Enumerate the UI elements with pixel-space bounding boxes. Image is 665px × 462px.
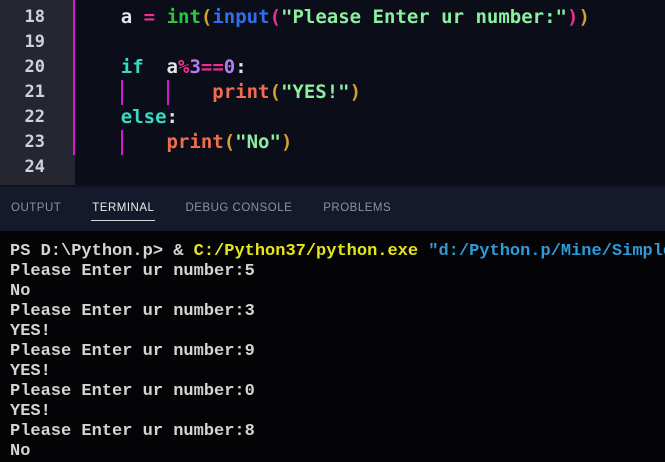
terminal-text: No: [10, 282, 30, 301]
code-token: "No": [235, 131, 281, 153]
code-token: [144, 56, 167, 78]
terminal-line: YES!: [10, 322, 665, 342]
code-token: if: [121, 56, 144, 78]
code-text: print("YES!"): [75, 80, 665, 105]
indent-guide: [121, 80, 123, 105]
code-token: int: [167, 6, 201, 28]
terminal-line: Please Enter ur number:0: [10, 382, 665, 402]
terminal-line: No: [10, 282, 665, 302]
terminal-line: Please Enter ur number:9: [10, 342, 665, 362]
code-text: else:: [75, 105, 665, 130]
code-token: [75, 56, 121, 78]
code-token: a: [121, 6, 132, 28]
code-editor[interactable]: 18 a = int(input("Please Enter ur number…: [0, 0, 665, 185]
code-token: (: [201, 6, 212, 28]
terminal-text: YES!: [10, 402, 51, 421]
terminal-text: Please Enter ur number:3: [10, 302, 255, 321]
code-line: 22 else:: [0, 105, 665, 130]
code-line: 21 print("YES!"): [0, 80, 665, 105]
code-token: "YES!": [281, 81, 350, 103]
code-token: [75, 6, 121, 28]
code-token: (: [269, 81, 280, 103]
code-line: 19: [0, 30, 665, 55]
terminal-line: Please Enter ur number:8: [10, 422, 665, 442]
code-token: input: [212, 6, 269, 28]
terminal-text: No: [10, 442, 30, 461]
terminal-text: "d:/Python.p/Mine/Simple: [428, 242, 665, 261]
code-token: ==: [201, 56, 224, 78]
code-text: print("No"): [75, 130, 665, 155]
terminal-text: YES!: [10, 322, 51, 341]
code-token: [75, 81, 212, 103]
tab-output[interactable]: OUTPUT: [10, 187, 62, 221]
line-number: 19: [0, 30, 45, 55]
code-token: [132, 6, 143, 28]
terminal-line: PS D:\Python.p> & C:/Python37/python.exe…: [10, 242, 665, 262]
line-number: 18: [0, 5, 45, 30]
line-number: 21: [0, 80, 45, 105]
code-text: if a%3==0:: [75, 55, 665, 80]
code-token: =: [144, 6, 155, 28]
code-token: :: [167, 106, 178, 128]
code-token: else: [121, 106, 167, 128]
terminal-line: YES!: [10, 362, 665, 382]
code-token: ): [567, 6, 578, 28]
line-number: 22: [0, 105, 45, 130]
code-token: [75, 106, 121, 128]
code-text: a = int(input("Please Enter ur number:")…: [75, 5, 665, 30]
code-token: print: [212, 81, 269, 103]
terminal-text: Please Enter ur number:5: [10, 262, 255, 281]
terminal-line: Please Enter ur number:5: [10, 262, 665, 282]
code-token: ): [350, 81, 361, 103]
tab-debug-console[interactable]: DEBUG CONSOLE: [184, 187, 293, 221]
terminal-line: YES!: [10, 402, 665, 422]
tab-terminal[interactable]: TERMINAL: [91, 187, 155, 221]
line-number: 24: [0, 155, 45, 180]
terminal-text: YES!: [10, 362, 51, 381]
code-token: 3: [189, 56, 200, 78]
code-line: 18 a = int(input("Please Enter ur number…: [0, 5, 665, 30]
code-line: 20 if a%3==0:: [0, 55, 665, 80]
code-token: ): [281, 131, 292, 153]
terminal-text: Please Enter ur number:8: [10, 422, 255, 441]
code-token: ): [578, 6, 589, 28]
panel-tab-bar: OUTPUT TERMINAL DEBUG CONSOLE PROBLEMS: [0, 185, 665, 231]
code-line: 24: [0, 155, 665, 180]
code-token: a: [167, 56, 178, 78]
terminal-line: Please Enter ur number:3: [10, 302, 665, 322]
tab-problems[interactable]: PROBLEMS: [322, 187, 392, 221]
code-text: [75, 155, 665, 180]
terminal-output[interactable]: PS D:\Python.p> & C:/Python37/python.exe…: [0, 231, 665, 462]
code-token: "Please Enter ur number:": [281, 6, 567, 28]
code-token: 0: [224, 56, 235, 78]
code-token: (: [224, 131, 235, 153]
code-lines: 18 a = int(input("Please Enter ur number…: [0, 0, 665, 180]
line-number: 23: [0, 130, 45, 155]
indent-guide: [121, 130, 123, 155]
terminal-text: Please Enter ur number:0: [10, 382, 255, 401]
code-token: [155, 6, 166, 28]
code-line: 23 print("No"): [0, 130, 665, 155]
terminal-text: Please Enter ur number:9: [10, 342, 255, 361]
terminal-line: No: [10, 442, 665, 462]
line-number: 20: [0, 55, 45, 80]
code-token: (: [270, 6, 281, 28]
code-token: print: [167, 131, 224, 153]
code-token: :: [235, 56, 246, 78]
code-text: [75, 30, 665, 55]
indent-guide: [167, 80, 169, 105]
code-token: %: [178, 56, 189, 78]
terminal-text: C:/Python37/python.exe: [194, 242, 429, 261]
terminal-text: PS D:\Python.p> &: [10, 242, 194, 261]
